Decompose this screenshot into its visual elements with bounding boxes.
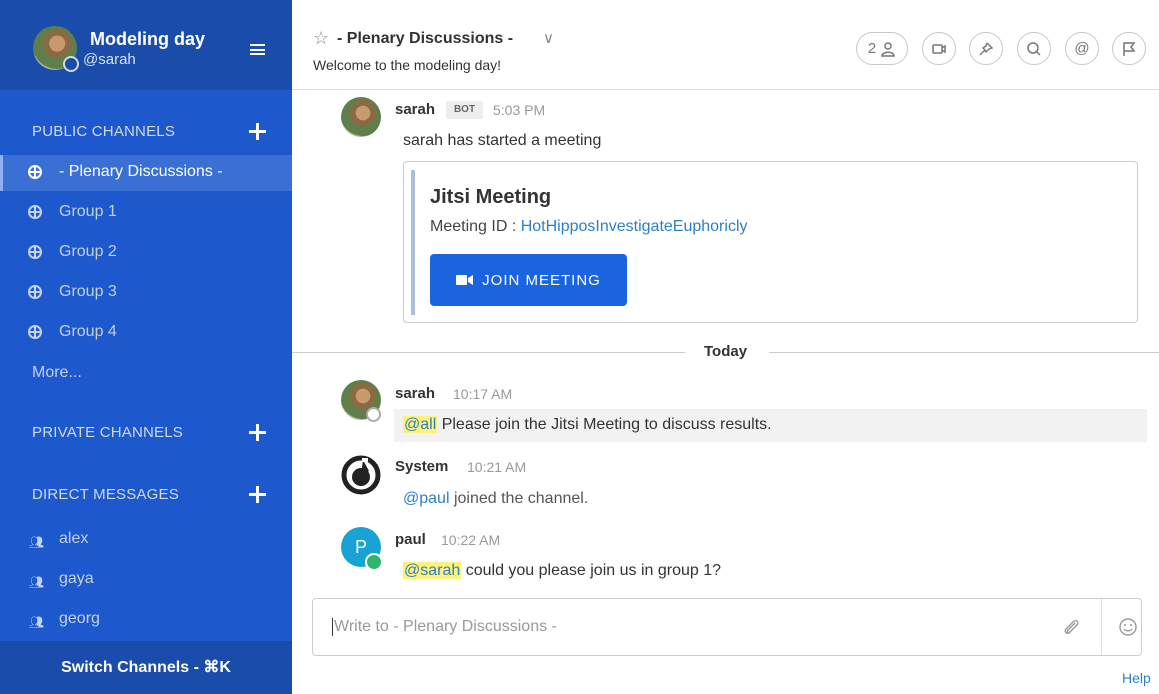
channel-purpose: Welcome to the modeling day!	[313, 57, 502, 73]
status-icon	[63, 56, 79, 72]
date-separator: Today	[292, 341, 1159, 361]
add-direct-message-icon[interactable]	[249, 486, 266, 503]
join-meeting-label: JOIN MEETING	[482, 271, 601, 289]
avatar[interactable]	[341, 97, 381, 137]
card-accent-bar	[411, 170, 415, 315]
meeting-title: Jitsi Meeting	[430, 186, 552, 208]
sidebar-item-group-3[interactable]: Group 3	[0, 275, 292, 311]
pinned-button[interactable]	[969, 32, 1003, 65]
add-private-channel-icon[interactable]	[249, 424, 266, 441]
flag-icon	[1123, 41, 1136, 56]
message-time[interactable]: 10:17 AM	[453, 386, 512, 402]
username: @sarah	[83, 51, 136, 68]
meeting-card: Jitsi Meeting Meeting ID : HotHipposInve…	[403, 161, 1138, 323]
flagged-button[interactable]	[1112, 32, 1146, 65]
add-public-channel-icon[interactable]	[249, 123, 266, 140]
team-name[interactable]: Modeling day	[90, 29, 205, 50]
message-text: @paul joined the channel.	[403, 490, 588, 508]
emoji-icon[interactable]	[1118, 617, 1138, 637]
message-author[interactable]: sarah	[395, 101, 435, 118]
member-count-button[interactable]: 2	[856, 32, 908, 65]
direct-messages-title: DIRECT MESSAGES	[32, 486, 179, 503]
pin-icon	[979, 42, 994, 55]
message-author[interactable]: sarah	[395, 385, 435, 402]
switch-channels-button[interactable]: Switch Channels - ⌘K	[0, 641, 292, 694]
sidebar-item-group-2[interactable]: Group 2	[0, 235, 292, 271]
sidebar-item-label: alex	[59, 530, 89, 547]
meeting-id: Meeting ID : HotHipposInvestigateEuphori…	[430, 218, 748, 236]
star-icon[interactable]: ☆	[313, 28, 329, 49]
paperclip-icon[interactable]	[1061, 617, 1081, 637]
status-icon	[366, 407, 381, 422]
more-channels-link[interactable]: More...	[32, 364, 82, 382]
message-input-box[interactable]: Write to - Plenary Discussions -	[312, 598, 1142, 656]
video-camera-icon	[456, 275, 474, 285]
meeting-id-link[interactable]: HotHipposInvestigateEuphoricly	[521, 218, 748, 235]
globe-icon	[28, 285, 42, 299]
message-author[interactable]: paul	[395, 531, 426, 548]
mention-highlight[interactable]: @sarah	[403, 562, 462, 579]
member-count: 2	[867, 40, 877, 57]
private-channels-title: PRIVATE CHANNELS	[32, 424, 184, 441]
message-time[interactable]: 10:21 AM	[467, 459, 526, 475]
message-input[interactable]: Write to - Plenary Discussions -	[332, 618, 557, 636]
globe-icon	[28, 245, 42, 259]
sidebar-header: Modeling day @sarah	[0, 0, 292, 90]
online-status-icon	[365, 553, 383, 571]
date-separator-label: Today	[704, 343, 748, 360]
sidebar-item-group-1[interactable]: Group 1	[0, 195, 292, 231]
search-button[interactable]	[1017, 32, 1051, 65]
members-icon	[881, 41, 895, 57]
sidebar-item-label: - Plenary Discussions -	[59, 163, 223, 180]
sidebar-item-plenary[interactable]: - Plenary Discussions -	[0, 155, 292, 191]
sidebar-item-label: Group 1	[59, 203, 117, 220]
globe-icon	[28, 165, 42, 179]
video-icon	[932, 43, 946, 54]
mentions-button[interactable]: @	[1065, 32, 1099, 65]
message-text-body: joined the channel.	[449, 490, 589, 507]
sidebar-item-dm-georg[interactable]: 👥︎ georg	[0, 602, 292, 638]
public-channels-title: PUBLIC CHANNELS	[32, 123, 176, 140]
sidebar-item-label: gaya	[59, 570, 94, 587]
meeting-id-label: Meeting ID :	[430, 218, 521, 235]
message-text-body: could you please join us in group 1?	[461, 562, 721, 579]
message-author[interactable]: System	[395, 458, 448, 475]
mention-link[interactable]: @paul	[403, 490, 450, 507]
sidebar-item-dm-alex[interactable]: 👥︎ alex	[0, 522, 292, 558]
globe-icon	[28, 325, 42, 339]
message-text: sarah has started a meeting	[403, 132, 602, 149]
sidebar: Modeling day @sarah PUBLIC CHANNELS - Pl…	[0, 0, 292, 694]
sidebar-item-label: Group 3	[59, 283, 117, 300]
channel-title[interactable]: - Plenary Discussions -	[337, 30, 513, 48]
system-avatar-icon	[341, 455, 381, 495]
user-offline-icon: 👥︎	[29, 575, 45, 589]
sidebar-item-dm-gaya[interactable]: 👥︎ gaya	[0, 562, 292, 598]
mention-highlight[interactable]: @all	[403, 416, 438, 433]
message-text: @all Please join the Jitsi Meeting to di…	[403, 416, 772, 434]
user-offline-icon: 👥︎	[29, 535, 45, 549]
bot-badge: BOT	[446, 101, 483, 119]
hamburger-menu-icon[interactable]	[250, 44, 265, 55]
sidebar-item-group-4[interactable]: Group 4	[0, 315, 292, 351]
input-divider	[1101, 599, 1102, 655]
message-time[interactable]: 5:03 PM	[493, 102, 545, 118]
message-text: @sarah could you please join us in group…	[403, 562, 721, 580]
globe-icon	[28, 205, 42, 219]
at-icon: @	[1074, 40, 1090, 57]
chevron-down-icon[interactable]: ∨	[543, 29, 554, 47]
search-icon	[1027, 41, 1041, 56]
join-meeting-button[interactable]: JOIN MEETING	[430, 254, 627, 306]
sidebar-item-label: Group 2	[59, 243, 117, 260]
video-call-button[interactable]	[922, 32, 956, 65]
channel-header: ☆ - Plenary Discussions - ∨ Welcome to t…	[292, 0, 1159, 90]
user-offline-icon: 👥︎	[29, 615, 45, 629]
help-link[interactable]: Help	[1122, 670, 1151, 686]
message-text-body: Please join the Jitsi Meeting to discuss…	[437, 416, 772, 433]
sidebar-item-label: georg	[59, 610, 100, 627]
message-time[interactable]: 10:22 AM	[441, 532, 500, 548]
sidebar-item-label: Group 4	[59, 323, 117, 340]
